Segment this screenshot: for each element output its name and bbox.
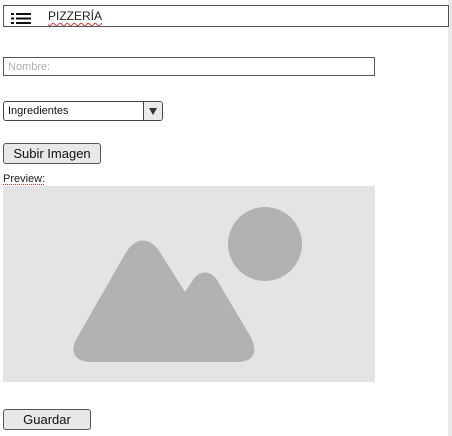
scrollbar-track[interactable] xyxy=(448,0,452,436)
sun-shape xyxy=(228,207,302,281)
ingredients-select-value: Ingredientes xyxy=(8,105,69,117)
hamburger-menu-icon[interactable] xyxy=(11,11,31,24)
preview-label: Preview: xyxy=(3,173,46,185)
upload-image-button[interactable]: Subir Imagen xyxy=(3,143,101,164)
image-placeholder-icon xyxy=(73,207,302,362)
select-dropdown-button[interactable] xyxy=(143,102,162,120)
app-header: PIZZERÍA xyxy=(3,5,449,27)
ingredients-select[interactable]: Ingredientes xyxy=(3,101,163,121)
app-window: PIZZERÍA Ingredientes Subir Imagen Previ… xyxy=(0,0,452,436)
mountain-shape xyxy=(73,240,255,362)
chevron-down-icon xyxy=(149,108,157,115)
app-title: PIZZERÍA xyxy=(48,9,103,23)
save-button[interactable]: Guardar xyxy=(3,409,91,430)
image-preview xyxy=(3,186,375,382)
name-input[interactable] xyxy=(3,57,375,76)
